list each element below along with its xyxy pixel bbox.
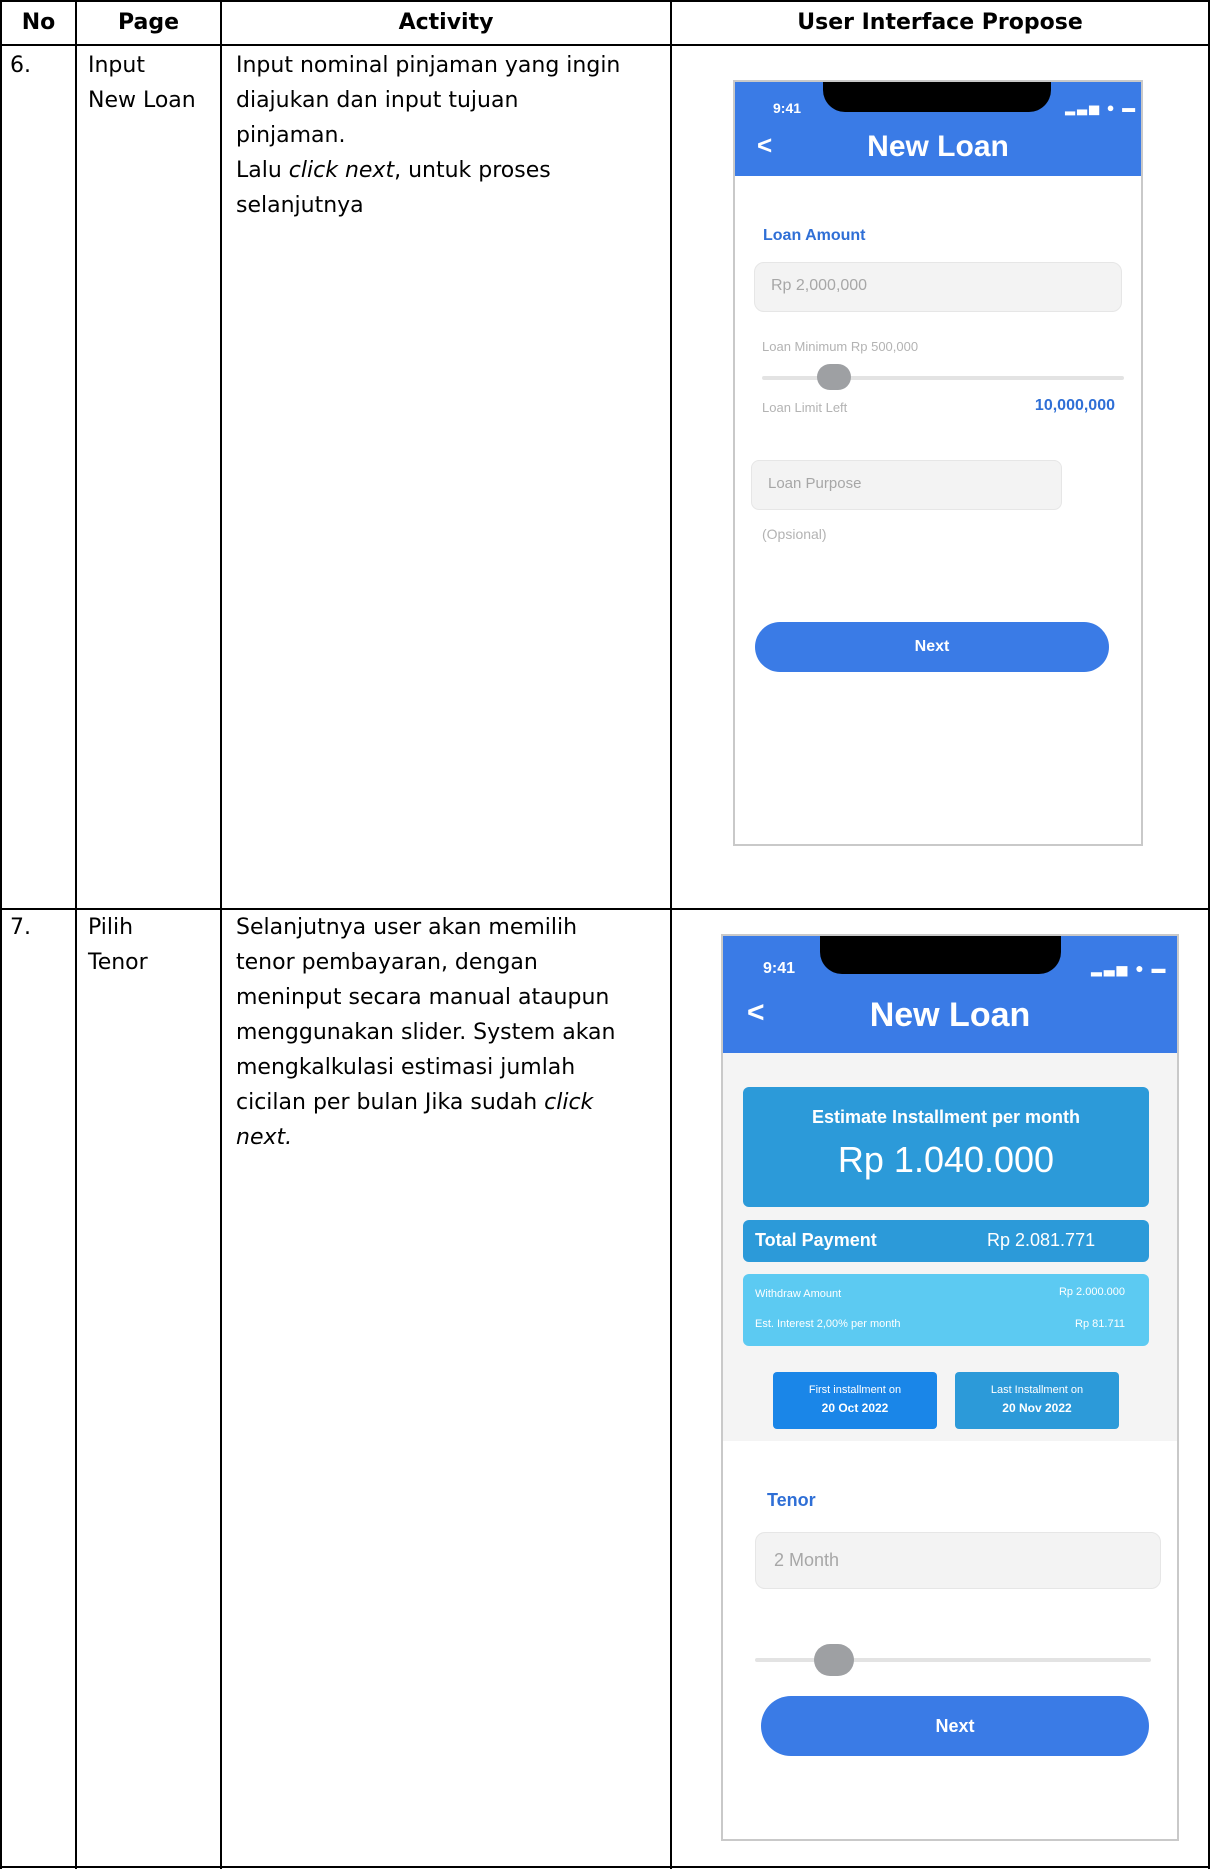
total-payment-bar: Total Payment Rp 2.081.771 bbox=[743, 1220, 1149, 1262]
next-button[interactable]: Next bbox=[761, 1696, 1149, 1756]
first-installment-box: First installment on 20 Oct 2022 bbox=[773, 1372, 937, 1429]
status-time: 9:41 bbox=[773, 100, 802, 116]
tenor-placeholder: 2 Month bbox=[774, 1550, 840, 1570]
phone-notch bbox=[823, 82, 1051, 112]
interest-value: Rp 81.711 bbox=[1075, 1318, 1125, 1330]
estimate-installment-card: Estimate Installment per month Rp 1.040.… bbox=[743, 1087, 1149, 1207]
loan-amount-placeholder: Rp 2,000,000 bbox=[771, 277, 868, 294]
row-7-activity-line6: cicilan per bulan Jika sudah click bbox=[236, 1085, 593, 1120]
phone-screen-tenor: 9:41 ▂▃▅ ● ▬ < New Loan Estimate Install… bbox=[721, 934, 1179, 1841]
row-6-activity-line5: selanjutnya bbox=[236, 193, 364, 218]
table-col-line-2 bbox=[220, 0, 222, 1869]
row-7-page-line2: Tenor bbox=[88, 950, 148, 975]
header-ui: User Interface Propose bbox=[797, 10, 1083, 35]
first-installment-date: 20 Oct 2022 bbox=[821, 1401, 889, 1415]
back-button[interactable]: < bbox=[757, 130, 772, 161]
loan-limit-left-value: 10,000,000 bbox=[1034, 397, 1115, 414]
loan-amount-slider-track[interactable] bbox=[762, 376, 1124, 380]
loan-amount-field[interactable]: Rp 2,000,000 bbox=[754, 262, 1122, 312]
optional-hint: (Opsional) bbox=[762, 526, 827, 542]
total-payment-label: Total Payment bbox=[755, 1230, 877, 1250]
back-button[interactable]: < bbox=[747, 996, 765, 1030]
row-6-activity-prefix: Lalu bbox=[236, 158, 289, 183]
estimate-value: Rp 1.040.000 bbox=[837, 1139, 1055, 1180]
withdraw-details-card: Withdraw Amount Rp 2.000.000 Est. Intere… bbox=[743, 1274, 1149, 1346]
row-7-activity-line1: Selanjutnya user akan memilih bbox=[236, 915, 578, 940]
last-installment-date: 20 Nov 2022 bbox=[1002, 1401, 1072, 1415]
row-6-page-line1: Input bbox=[88, 53, 145, 78]
withdraw-amount-label: Withdraw Amount bbox=[755, 1288, 842, 1300]
loan-purpose-field[interactable]: Loan Purpose bbox=[751, 460, 1062, 510]
row-6-activity-line2: diajukan dan input tujuan bbox=[236, 88, 519, 113]
table-border-bottom bbox=[0, 1866, 1210, 1868]
row-7-activity-line6-text: cicilan per bulan Jika sudah bbox=[236, 1090, 545, 1115]
row-6-activity-suffix: , untuk proses bbox=[394, 158, 551, 183]
table-border-top bbox=[0, 0, 1210, 2]
status-icons: ▂▃▅ ● ▬ bbox=[1091, 960, 1168, 976]
last-installment-box: Last Installment on 20 Nov 2022 bbox=[955, 1372, 1119, 1429]
header-no: No bbox=[21, 10, 56, 35]
last-installment-label: Last Installment on bbox=[990, 1384, 1084, 1396]
header-page: Page bbox=[117, 10, 180, 35]
row-7-activity-line4: menggunakan slider. System akan bbox=[236, 1020, 616, 1045]
loan-amount-slider-thumb[interactable] bbox=[817, 364, 852, 390]
row-7-activity-line6-click: click bbox=[544, 1090, 594, 1115]
status-icons: ▂▃▅ ● ▬ bbox=[1065, 100, 1138, 115]
first-installment-label: First installment on bbox=[808, 1384, 902, 1396]
row-7-number: 7. bbox=[10, 915, 31, 940]
table-col-line-1 bbox=[75, 0, 77, 1869]
row-7-activity-line7-next: next. bbox=[236, 1125, 293, 1150]
loan-limit-left-label: Loan Limit Left bbox=[762, 400, 848, 415]
table-border-row-divider bbox=[0, 908, 1210, 910]
header-activity: Activity bbox=[398, 10, 494, 35]
estimate-label: Estimate Installment per month bbox=[811, 1107, 1081, 1127]
phone-screen-new-loan: 9:41 ▂▃▅ ● ▬ < New Loan Loan Amount Rp 2… bbox=[733, 80, 1143, 846]
phone-notch bbox=[820, 936, 1061, 974]
loan-purpose-placeholder: Loan Purpose bbox=[768, 475, 862, 492]
page-title: New Loan bbox=[869, 996, 1031, 1034]
row-7-page-line1: Pilih bbox=[88, 915, 134, 940]
tenor-slider-thumb[interactable] bbox=[814, 1644, 855, 1676]
row-7-activity-line7: next. bbox=[236, 1120, 292, 1155]
status-time: 9:41 bbox=[763, 960, 796, 977]
row-6-page-line2: New Loan bbox=[88, 88, 196, 113]
row-6-activity-line3: pinjaman. bbox=[236, 123, 346, 148]
withdraw-amount-value: Rp 2.000.000 bbox=[1058, 1286, 1125, 1298]
total-payment-value: Rp 2.081.771 bbox=[987, 1230, 1096, 1250]
row-7-activity-line2: tenor pembayaran, dengan bbox=[236, 950, 538, 975]
tenor-label: Tenor bbox=[767, 1490, 816, 1510]
tenor-field[interactable]: 2 Month bbox=[755, 1532, 1161, 1589]
table-col-line-0 bbox=[0, 0, 2, 1869]
loan-minimum-label: Loan Minimum Rp 500,000 bbox=[762, 339, 919, 354]
row-6-number: 6. bbox=[10, 53, 31, 78]
table-col-line-3 bbox=[670, 0, 672, 1869]
row-6-activity-line1: Input nominal pinjaman yang ingin bbox=[236, 53, 621, 78]
loan-amount-label: Loan Amount bbox=[763, 227, 866, 244]
row-7-activity-line5: mengkalkulasi estimasi jumlah bbox=[236, 1055, 576, 1080]
row-7-activity-line3: meninput secara manual ataupun bbox=[236, 985, 610, 1010]
interest-label: Est. Interest 2,00% per month bbox=[755, 1318, 901, 1330]
page-title: New Loan bbox=[867, 130, 1009, 163]
row-6-activity-line4: Lalu click next, untuk proses bbox=[236, 153, 551, 188]
next-button[interactable]: Next bbox=[755, 622, 1109, 672]
table-border-header-bottom bbox=[0, 44, 1210, 46]
row-6-activity-click: click next bbox=[288, 158, 395, 183]
